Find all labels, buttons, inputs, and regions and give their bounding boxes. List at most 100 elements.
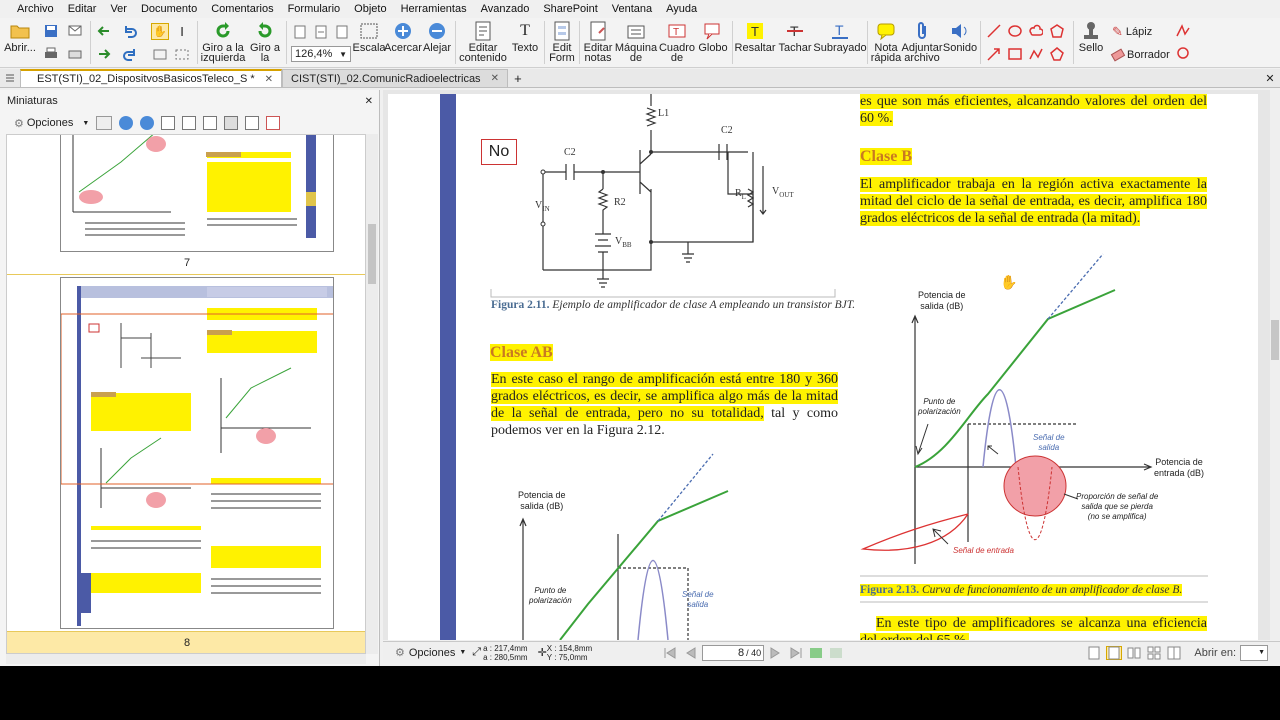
delete-page-icon[interactable] — [266, 116, 281, 130]
rotate-left-icon — [212, 21, 234, 41]
edit-notes-button[interactable]: Editar notas — [582, 18, 614, 67]
split-view-icon[interactable] — [1166, 646, 1182, 660]
fit-width-icon[interactable] — [312, 24, 329, 41]
text-button[interactable]: T Texto — [508, 18, 542, 67]
line-icon[interactable] — [985, 23, 1003, 40]
marquee-icon[interactable] — [173, 45, 191, 62]
print-icon[interactable] — [42, 45, 60, 62]
select-text-icon[interactable]: I — [173, 23, 191, 40]
highlight-button[interactable]: T Resaltar — [735, 18, 775, 67]
arrow-icon[interactable] — [985, 45, 1003, 62]
previous-page-icon[interactable] — [682, 646, 698, 660]
print-page-icon[interactable] — [224, 116, 239, 130]
freeform-icon[interactable] — [1174, 23, 1192, 40]
menu-editar[interactable]: Editar — [63, 3, 102, 15]
thumbnail-page-8[interactable] — [60, 277, 334, 629]
menu-ventana[interactable]: Ventana — [607, 3, 657, 15]
sound-button[interactable]: Sonido — [942, 18, 978, 67]
zoom-select[interactable]: 126,4% ▼ — [291, 46, 351, 63]
go-back-icon[interactable] — [808, 646, 824, 660]
underline-button[interactable]: T Subrayado — [813, 18, 866, 67]
page-input[interactable]: 8/ 40 — [702, 644, 765, 661]
eraser-button[interactable]: Borrador — [1110, 48, 1170, 62]
scan-icon[interactable] — [66, 45, 84, 62]
open-button[interactable]: Abrir... — [0, 18, 40, 67]
last-page-icon[interactable] — [788, 646, 804, 660]
menu-herramientas[interactable]: Herramientas — [396, 3, 472, 15]
single-page-icon[interactable] — [1086, 646, 1102, 660]
stamp-button[interactable]: Sello — [1076, 18, 1106, 67]
strike-button[interactable]: T Tachar — [775, 18, 815, 67]
menu-documento[interactable]: Documento — [136, 3, 202, 15]
hand-icon[interactable]: ✋ — [151, 22, 169, 40]
document-scrollbar[interactable] — [1270, 90, 1280, 640]
forward-icon[interactable] — [95, 45, 113, 62]
lasso-icon[interactable] — [1174, 45, 1192, 62]
ellipse-icon[interactable] — [1006, 23, 1024, 40]
textbox-button[interactable]: T Cuadro de — [658, 18, 696, 67]
edit-form-button[interactable]: Edit Form — [547, 18, 577, 67]
continuous-facing-icon[interactable] — [1146, 646, 1162, 660]
attach-button[interactable]: Adjuntar archivo — [902, 18, 943, 67]
extract-page-icon[interactable] — [245, 116, 260, 130]
menu-comentarios[interactable]: Comentarios — [206, 3, 278, 15]
menu-sharepoint[interactable]: SharePoint — [538, 3, 602, 15]
tab-document-cist[interactable]: CIST(STI)_02.ComunicRadioelectricas ✕ — [282, 69, 508, 87]
polyline-icon[interactable] — [1027, 45, 1045, 62]
rotate-page-right-icon[interactable] — [203, 116, 218, 130]
rectangle-icon[interactable] — [1006, 45, 1024, 62]
menu-formulario[interactable]: Formulario — [283, 3, 346, 15]
options-button[interactable]: Opciones — [27, 117, 73, 129]
redo-icon[interactable] — [121, 45, 139, 62]
gear-icon: ⚙ — [395, 647, 405, 659]
close-icon[interactable]: ✕ — [265, 74, 273, 85]
edit-content-button[interactable]: Editar contenido — [458, 18, 508, 67]
new-tab-icon[interactable]: + — [508, 69, 528, 87]
zoom-in-button[interactable]: Acercar — [384, 18, 422, 67]
back-icon[interactable] — [95, 23, 113, 40]
zoom-out-icon[interactable] — [140, 116, 155, 130]
open-in-select[interactable]: ▼ — [1240, 644, 1268, 661]
close-icon[interactable]: ✕ — [365, 96, 373, 107]
undo-icon[interactable] — [121, 23, 139, 40]
thumbnail-page-7[interactable] — [60, 135, 334, 252]
note-button[interactable]: Nota rápida — [870, 18, 902, 67]
zoom-out-button[interactable]: Alejar — [421, 18, 453, 67]
close-icon[interactable]: ✕ — [1260, 69, 1280, 87]
tab-list-icon[interactable] — [0, 69, 20, 87]
menu-objeto[interactable]: Objeto — [349, 3, 391, 15]
fit-page-icon[interactable] — [291, 24, 308, 41]
balloon-button[interactable]: Globo — [696, 18, 730, 67]
tab-document-est[interactable]: EST(STI)_02_DispositvosBasicosTeleco_S *… — [20, 69, 283, 87]
graph-left-ylabel: Potencia de salida (dB) — [518, 490, 566, 511]
options-button[interactable]: Opciones — [409, 647, 455, 659]
actual-size-icon[interactable] — [334, 24, 351, 41]
snapshot-icon[interactable] — [151, 45, 169, 62]
save-icon[interactable] — [42, 23, 60, 40]
zoom-in-icon[interactable] — [119, 116, 134, 130]
rotate-page-icon[interactable] — [182, 116, 197, 130]
pencil-button[interactable]: ✎ Lápiz — [1112, 24, 1170, 40]
continuous-page-icon[interactable] — [1106, 645, 1123, 660]
insert-page-icon[interactable] — [161, 116, 176, 130]
thumb-tool-icon[interactable] — [96, 116, 113, 130]
pentagon-icon[interactable] — [1048, 45, 1066, 62]
thumbnail-scrollbar[interactable] — [366, 134, 378, 654]
go-forward-icon[interactable] — [828, 646, 844, 660]
menu-ayuda[interactable]: Ayuda — [661, 3, 702, 15]
cloud-icon[interactable] — [1027, 23, 1045, 40]
close-icon[interactable]: ✕ — [491, 73, 499, 84]
polygon-icon[interactable] — [1048, 23, 1066, 40]
thumbnail-hscrollbar[interactable] — [6, 654, 366, 664]
mail-icon[interactable] — [66, 23, 84, 40]
scale-button[interactable]: Escala — [352, 18, 386, 67]
menu-archivo[interactable]: Archivo — [12, 3, 59, 15]
typewriter-button[interactable]: Máquina de — [614, 18, 658, 67]
menu-ver[interactable]: Ver — [105, 3, 132, 15]
facing-pages-icon[interactable] — [1126, 646, 1142, 660]
rotate-right-button[interactable]: Giro a la — [246, 18, 284, 67]
next-page-icon[interactable] — [768, 646, 784, 660]
rotate-left-button[interactable]: Giro a la izquierda — [200, 18, 246, 67]
menu-avanzado[interactable]: Avanzado — [476, 3, 535, 15]
first-page-icon[interactable] — [662, 646, 678, 660]
